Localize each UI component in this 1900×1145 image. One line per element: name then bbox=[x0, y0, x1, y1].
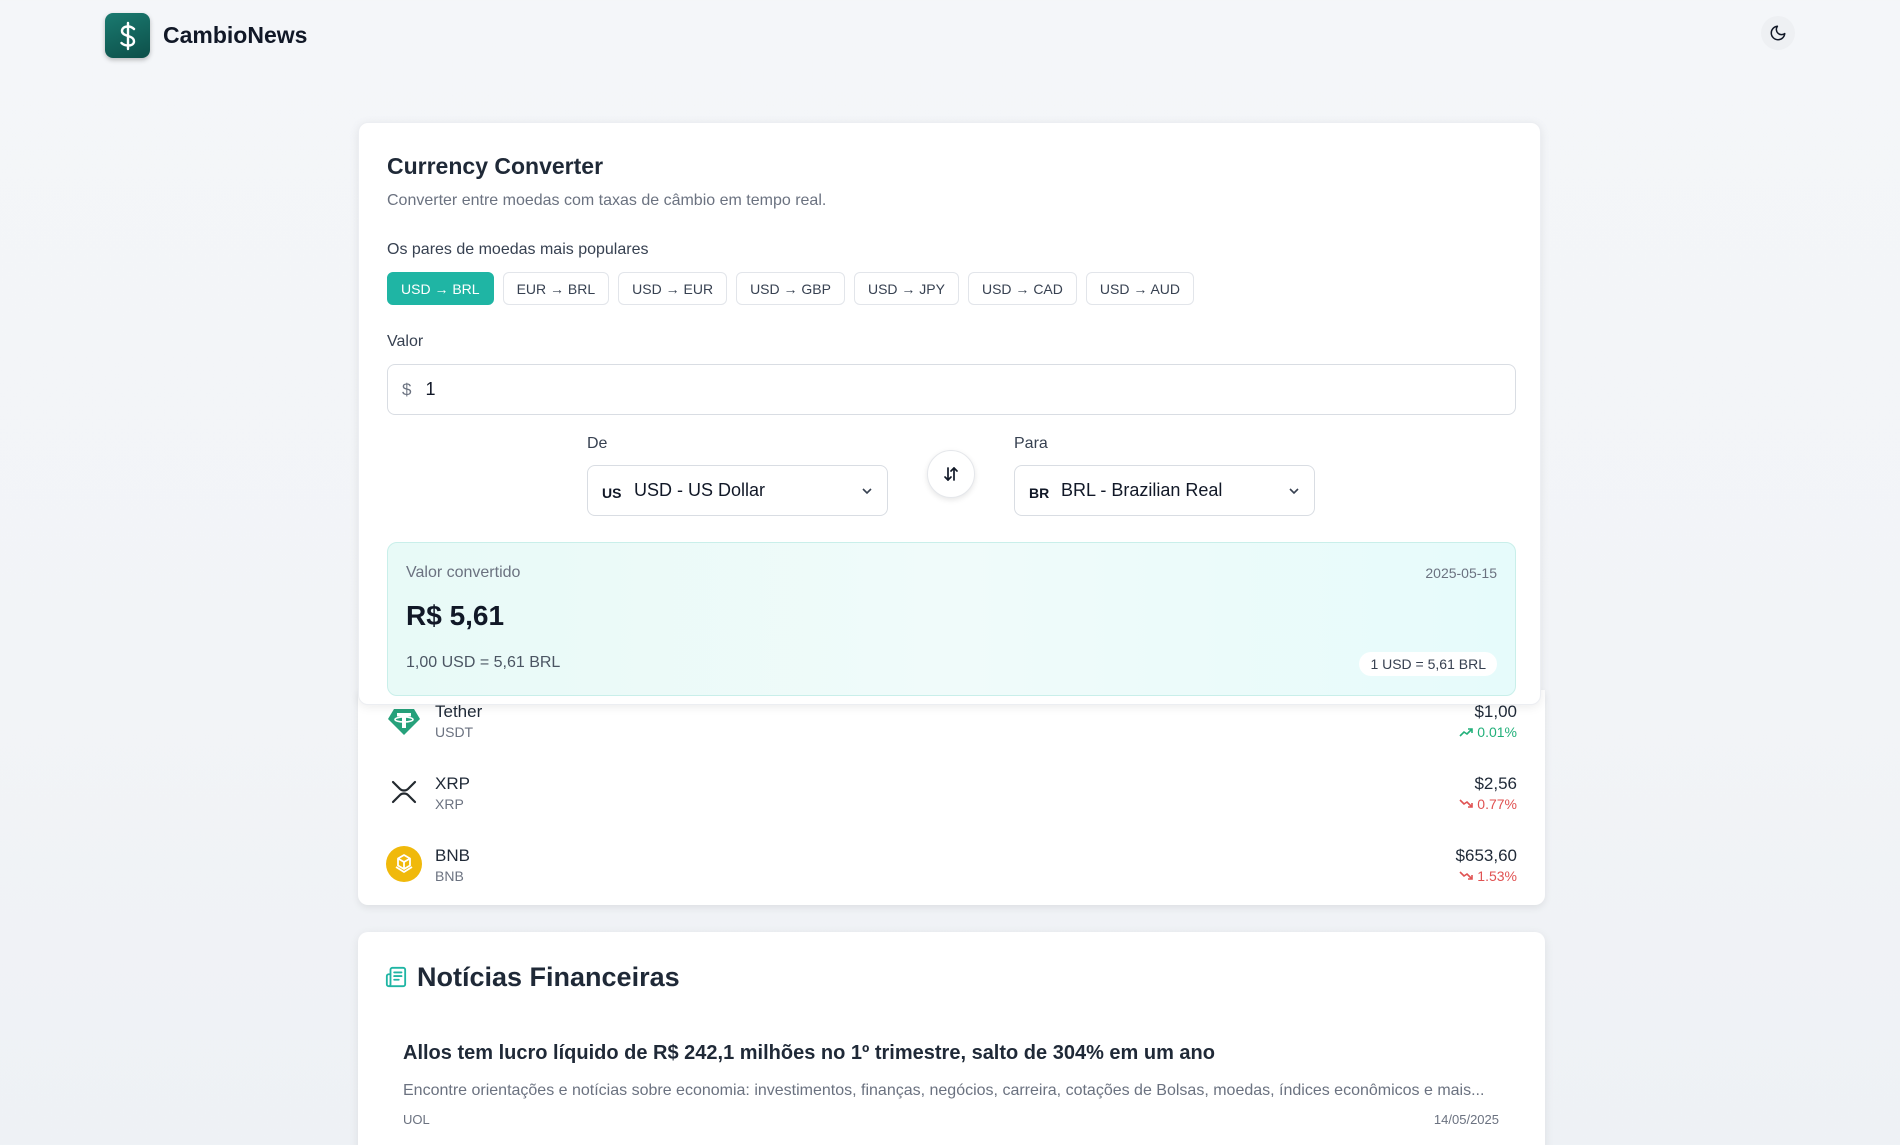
amount-label: Valor bbox=[387, 333, 424, 350]
result-label: Valor convertido bbox=[406, 564, 521, 581]
crypto-change: 1.53% bbox=[1459, 868, 1517, 884]
news-section-title: Notícias Financeiras bbox=[417, 962, 680, 992]
crypto-change: 0.01% bbox=[1459, 724, 1517, 740]
result-rate: 1,00 USD = 5,61 BRL bbox=[406, 654, 561, 671]
crypto-symbol: BNB bbox=[435, 868, 464, 884]
crypto-change-value: 0.77% bbox=[1477, 796, 1517, 812]
crypto-price: $653,60 bbox=[1455, 846, 1517, 865]
swap-arrows-icon bbox=[944, 467, 958, 481]
amount-input[interactable]: $ 1 bbox=[387, 364, 1516, 415]
result-date: 2025-05-15 bbox=[1425, 565, 1497, 581]
converter-card: Currency Converter Converter entre moeda… bbox=[358, 122, 1541, 705]
to-currency-name: BRL - Brazilian Real bbox=[1061, 480, 1223, 500]
crypto-name: BNB bbox=[435, 846, 470, 865]
crypto-symbol: USDT bbox=[435, 724, 474, 740]
xrp-icon bbox=[386, 774, 422, 810]
article-source: UOL bbox=[403, 1112, 430, 1127]
to-label: Para bbox=[1014, 435, 1048, 452]
pair-usd-eur[interactable]: USD → EUR bbox=[618, 272, 728, 305]
article-headline[interactable]: Allos tem lucro líquido de R$ 242,1 milh… bbox=[403, 1042, 1499, 1065]
bnb-icon bbox=[386, 846, 422, 882]
converter-subtitle: Converter entre moedas com taxas de câmb… bbox=[387, 192, 827, 209]
trending-up-icon bbox=[1459, 728, 1474, 737]
result-amount: R$ 5,61 bbox=[406, 600, 505, 631]
chevron-down-icon bbox=[1289, 487, 1299, 494]
pair-usd-jpy[interactable]: USD → JPY bbox=[853, 272, 959, 305]
crypto-name: XRP bbox=[435, 774, 470, 793]
trending-down-icon bbox=[1459, 871, 1474, 880]
pair-usd-brl[interactable]: USD → BRL bbox=[387, 272, 494, 305]
crypto-change: 0.77% bbox=[1459, 796, 1517, 812]
popular-pairs: USD → BRL EUR → BRL USD → EUR USD → GBP … bbox=[387, 272, 1195, 305]
from-currency-code: US bbox=[602, 484, 622, 501]
to-currency-select[interactable]: BR BRL - Brazilian Real bbox=[1014, 465, 1315, 516]
swap-currencies-button[interactable] bbox=[927, 450, 975, 498]
conversion-result: Valor convertido 2025-05-15 R$ 5,61 1,00… bbox=[387, 542, 1516, 696]
popular-pairs-label: Os pares de moedas mais populares bbox=[387, 241, 649, 258]
crypto-symbol: XRP bbox=[435, 796, 464, 812]
dollar-logo-icon[interactable] bbox=[105, 13, 150, 58]
brand-name[interactable]: CambioNews bbox=[163, 22, 307, 49]
rate-badge: 1 USD = 5,61 BRL bbox=[1359, 652, 1497, 676]
from-currency-name: USD - US Dollar bbox=[634, 480, 766, 500]
pair-usd-cad[interactable]: USD → CAD bbox=[967, 272, 1077, 305]
pair-usd-gbp[interactable]: USD → GBP bbox=[736, 272, 845, 305]
crypto-row-bnb[interactable]: BNB BNB $653,60 1.53% bbox=[386, 839, 1517, 889]
crypto-row-xrp[interactable]: XRP XRP $2,56 0.77% bbox=[386, 767, 1517, 817]
article-date: 14/05/2025 bbox=[1433, 1112, 1499, 1127]
crypto-change-value: 0.01% bbox=[1477, 724, 1517, 740]
pair-eur-brl[interactable]: EUR → BRL bbox=[502, 272, 610, 305]
pair-usd-aud[interactable]: USD → AUD bbox=[1085, 272, 1195, 305]
crypto-name: Tether bbox=[435, 702, 483, 721]
to-currency-code: BR bbox=[1029, 484, 1050, 501]
amount-value[interactable]: 1 bbox=[425, 379, 435, 400]
from-label: De bbox=[587, 435, 608, 452]
app-header: CambioNews bbox=[0, 0, 1900, 70]
crypto-price: $1,00 bbox=[1474, 702, 1517, 721]
currency-symbol: $ bbox=[402, 379, 412, 399]
crypto-change-value: 1.53% bbox=[1477, 868, 1517, 884]
trending-down-icon bbox=[1459, 799, 1474, 808]
theme-toggle-button[interactable] bbox=[1761, 16, 1795, 50]
converter-title: Currency Converter bbox=[387, 153, 604, 179]
newspaper-icon bbox=[385, 966, 407, 993]
chevron-down-icon bbox=[862, 487, 872, 494]
from-currency-select[interactable]: US USD - US Dollar bbox=[587, 465, 888, 516]
news-card: Notícias Financeiras Allos tem lucro líq… bbox=[358, 932, 1545, 1145]
moon-icon bbox=[1770, 25, 1786, 41]
tether-icon bbox=[386, 702, 422, 738]
crypto-price: $2,56 bbox=[1474, 774, 1517, 793]
article-excerpt: Encontre orientações e notícias sobre ec… bbox=[403, 1082, 1485, 1099]
news-article[interactable]: Allos tem lucro líquido de R$ 242,1 milh… bbox=[403, 1042, 1499, 1127]
